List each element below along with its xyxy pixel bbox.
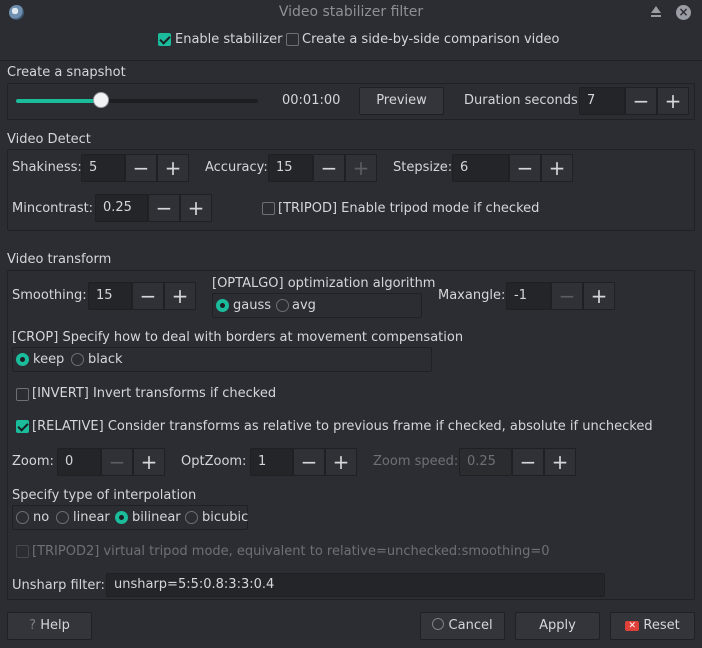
invert-checkbox[interactable] (16, 388, 29, 401)
stepsize-input[interactable]: 6 (452, 154, 509, 182)
reset-button[interactable]: ✕ Reset (610, 612, 695, 640)
zoom-decrement-button[interactable]: − (101, 448, 133, 476)
tripod2-label: [TRIPOD2] virtual tripod mode, equivalen… (32, 544, 550, 559)
maxangle-label: Maxangle: (438, 288, 506, 303)
shakiness-increment-button[interactable]: + (157, 154, 189, 182)
optalgo-gauss-radio[interactable] (216, 299, 229, 312)
comparison-video-checkbox[interactable] (286, 33, 299, 46)
tripod-label: [TRIPOD] Enable tripod mode if checked (278, 201, 540, 216)
interp-no-label: no (33, 510, 50, 525)
duration-increment-button[interactable]: + (657, 87, 689, 115)
transform-heading: Video transform (7, 252, 112, 267)
smoothing-input[interactable]: 15 (88, 282, 132, 310)
comparison-video-label: Create a side-by-side comparison video (302, 32, 560, 47)
help-icon: ? (29, 618, 37, 633)
smoothing-label: Smoothing: (12, 288, 87, 303)
zoom-label: Zoom: (12, 454, 54, 469)
cancel-button[interactable]: Cancel (420, 612, 505, 640)
mincontrast-increment-button[interactable]: + (180, 194, 212, 222)
reset-icon: ✕ (625, 621, 640, 631)
accuracy-label: Accuracy: (205, 160, 268, 175)
interp-bilinear-label: bilinear (132, 510, 181, 525)
tripod-checkbox[interactable] (262, 202, 275, 215)
optalgo-heading: [OPTALGO] optimization algorithm (212, 276, 436, 291)
title-bar: Video stabilizer filter × (0, 0, 702, 24)
help-button[interactable]: ? Help (7, 612, 92, 640)
mincontrast-decrement-button[interactable]: − (148, 194, 180, 222)
tripod2-checkbox[interactable] (16, 545, 29, 558)
interp-linear-label: linear (73, 510, 110, 525)
relative-checkbox[interactable] (16, 420, 29, 433)
interp-bilinear-radio[interactable] (115, 511, 128, 524)
shade-icon[interactable] (651, 6, 661, 13)
optzoom-decrement-button[interactable]: − (293, 448, 325, 476)
interp-no-radio[interactable] (16, 511, 29, 524)
smoothing-increment-button[interactable]: + (164, 282, 196, 310)
enable-stabilizer-label: Enable stabilizer (175, 32, 283, 47)
accuracy-increment-button[interactable]: + (345, 154, 377, 182)
cancel-button-label: Cancel (448, 618, 493, 633)
duration-input[interactable]: 7 (579, 87, 625, 115)
apply-button[interactable]: Apply (515, 612, 600, 640)
duration-label: Duration seconds: (464, 93, 583, 108)
optalgo-avg-radio[interactable] (276, 299, 289, 312)
zoomspeed-increment-button[interactable]: + (544, 448, 576, 476)
shade-icon-bar (651, 15, 661, 17)
unsharp-input[interactable]: unsharp=5:5:0.8:3:3:0.4 (106, 573, 605, 597)
interp-bicubic-radio[interactable] (185, 511, 198, 524)
stepsize-increment-button[interactable]: + (541, 154, 573, 182)
shakiness-decrement-button[interactable]: − (125, 154, 157, 182)
accuracy-decrement-button[interactable]: − (313, 154, 345, 182)
maxangle-input[interactable]: -1 (506, 282, 551, 310)
optzoom-label: OptZoom: (181, 454, 247, 469)
optalgo-gauss-label: gauss (233, 298, 272, 313)
duration-decrement-button[interactable]: − (625, 87, 657, 115)
mincontrast-input[interactable]: 0.25 (95, 194, 148, 222)
detect-heading: Video Detect (7, 132, 91, 147)
interp-heading: Specify type of interpolation (12, 488, 197, 503)
zoom-increment-button[interactable]: + (133, 448, 165, 476)
invert-label: [INVERT] Invert transforms if checked (32, 386, 277, 401)
shakiness-input[interactable]: 5 (81, 154, 125, 182)
zoom-input[interactable]: 0 (57, 448, 101, 476)
accuracy-input[interactable]: 15 (268, 154, 313, 182)
snapshot-slider-fill (16, 99, 101, 103)
stepsize-decrement-button[interactable]: − (509, 154, 541, 182)
crop-black-radio[interactable] (71, 353, 84, 366)
cancel-icon (432, 618, 445, 630)
enable-stabilizer-checkbox[interactable] (158, 33, 171, 46)
window-title: Video stabilizer filter (278, 4, 424, 20)
preview-button[interactable]: Preview (359, 87, 444, 115)
mincontrast-label: Mincontrast: (12, 201, 94, 216)
smoothing-decrement-button[interactable]: − (132, 282, 164, 310)
snapshot-heading: Create a snapshot (7, 65, 126, 80)
help-button-label: Help (40, 618, 70, 633)
optzoom-input[interactable]: 1 (250, 448, 293, 476)
snapshot-time: 00:01:00 (282, 93, 341, 108)
maxangle-decrement-button[interactable]: − (551, 282, 583, 310)
maxangle-increment-button[interactable]: + (583, 282, 615, 310)
zoomspeed-decrement-button[interactable]: − (512, 448, 544, 476)
crop-heading: [CROP] Specify how to deal with borders … (12, 330, 464, 345)
reset-button-label: Reset (643, 618, 680, 633)
snapshot-slider-track[interactable] (16, 99, 258, 103)
relative-label: [RELATIVE] Consider transforms as relati… (32, 419, 653, 434)
close-icon[interactable]: × (676, 5, 691, 20)
divider (0, 60, 702, 61)
interp-linear-radio[interactable] (56, 511, 69, 524)
optalgo-avg-label: avg (292, 298, 316, 313)
zoomspeed-input[interactable]: 0.25 (459, 448, 512, 476)
optzoom-increment-button[interactable]: + (325, 448, 357, 476)
crop-keep-label: keep (33, 352, 65, 367)
interp-bicubic-label: bicubic (202, 510, 249, 525)
crop-keep-radio[interactable] (16, 353, 29, 366)
crop-black-label: black (88, 352, 123, 367)
stepsize-label: Stepsize: (393, 160, 453, 175)
snapshot-slider-handle[interactable] (92, 92, 109, 108)
zoomspeed-label: Zoom speed: (373, 454, 459, 469)
unsharp-label: Unsharp filter: (12, 578, 105, 593)
shakiness-label: Shakiness: (12, 160, 82, 175)
